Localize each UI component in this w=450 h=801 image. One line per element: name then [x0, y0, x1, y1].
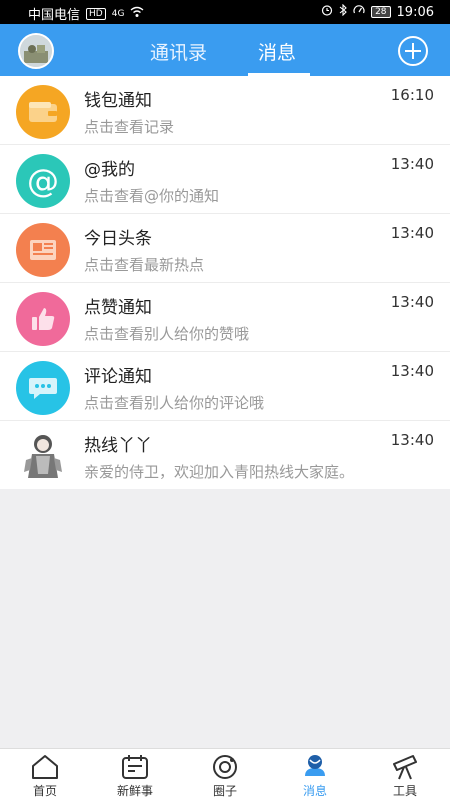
message-subtitle: 点击查看别人给你的评论哦 — [84, 394, 265, 412]
home-icon — [32, 755, 58, 779]
message-title: 点赞通知 — [84, 298, 152, 318]
list-item-comments[interactable]: 评论通知 点击查看别人给你的评论哦 13:40 — [0, 352, 450, 421]
list-item-at-me[interactable]: @ @我的 点击查看@你的通知 13:40 — [0, 145, 450, 214]
at-icon: @ — [16, 154, 70, 208]
message-title: 评论通知 — [84, 367, 152, 387]
nav-home[interactable]: 首页 — [0, 749, 90, 801]
message-subtitle: 点击查看别人给你的赞哦 — [84, 325, 250, 343]
message-time: 13:40 — [390, 362, 434, 380]
message-time: 13:40 — [390, 224, 434, 242]
nav-label: 新鲜事 — [116, 784, 153, 798]
alarm-icon — [321, 4, 333, 20]
network-label: 4G — [111, 8, 125, 19]
tab-messages[interactable]: 消息 — [258, 38, 296, 65]
list-item-headlines[interactable]: 今日头条 点击查看最新热点 13:40 — [0, 214, 450, 283]
hd-badge: HD — [86, 7, 106, 20]
user-avatar[interactable] — [18, 33, 54, 69]
message-subtitle: 点击查看记录 — [84, 118, 175, 136]
wallet-icon — [16, 85, 70, 139]
speed-icon — [353, 4, 365, 20]
message-title: 热线丫丫 — [84, 436, 152, 456]
message-title: 今日头条 — [84, 229, 152, 249]
message-time: 13:40 — [390, 431, 434, 449]
circle-icon — [213, 755, 237, 779]
comment-icon — [16, 361, 70, 415]
message-time: 16:10 — [390, 86, 434, 104]
nav-news[interactable]: 新鲜事 — [90, 749, 180, 801]
nav-label: 圈子 — [212, 784, 237, 798]
message-list: 钱包通知 点击查看记录 16:10 @ @我的 点击查看@你的通知 13:40 … — [0, 76, 450, 489]
add-button[interactable] — [398, 36, 428, 66]
calendar-icon — [122, 755, 148, 779]
bluetooth-icon — [339, 3, 347, 20]
message-icon — [305, 755, 325, 776]
wifi-icon — [130, 6, 144, 22]
message-subtitle: 点击查看@你的通知 — [84, 187, 220, 205]
app-header: 通讯录 消息 — [0, 24, 450, 76]
thumbs-up-icon — [16, 292, 70, 346]
carrier-label: 中国电信 — [28, 8, 81, 23]
battery-indicator: 28 — [371, 6, 391, 18]
nav-messages[interactable]: 消息 — [270, 749, 360, 801]
newspaper-icon — [16, 223, 70, 277]
message-subtitle: 点击查看最新热点 — [84, 256, 205, 274]
tab-contacts[interactable]: 通讯录 — [150, 38, 207, 65]
status-bar: 中国电信 HD 4G 28 19:06 — [0, 0, 450, 24]
nav-label: 消息 — [302, 784, 327, 798]
nav-tools[interactable]: 工具 — [360, 749, 450, 801]
message-subtitle: 亲爱的侍卫，欢迎加入青阳热线大家庭。 — [84, 463, 355, 481]
nav-label: 首页 — [32, 784, 57, 798]
message-title: 钱包通知 — [84, 91, 152, 111]
telescope-icon — [393, 755, 417, 780]
message-time: 13:40 — [390, 293, 434, 311]
clock-time: 19:06 — [396, 4, 434, 20]
message-title: @我的 — [84, 160, 135, 180]
list-item-likes[interactable]: 点赞通知 点击查看别人给你的赞哦 13:40 — [0, 283, 450, 352]
nav-circle[interactable]: 圈子 — [180, 749, 270, 801]
nav-label: 工具 — [392, 784, 417, 798]
bottom-nav: 首页 新鲜事 圈子 消息 工具 — [0, 748, 450, 801]
list-item-wallet[interactable]: 钱包通知 点击查看记录 16:10 — [0, 76, 450, 145]
character-avatar-icon — [16, 430, 70, 484]
list-item-hotline[interactable]: 热线丫丫 亲爱的侍卫，欢迎加入青阳热线大家庭。 13:40 — [0, 421, 450, 489]
message-time: 13:40 — [390, 155, 434, 173]
